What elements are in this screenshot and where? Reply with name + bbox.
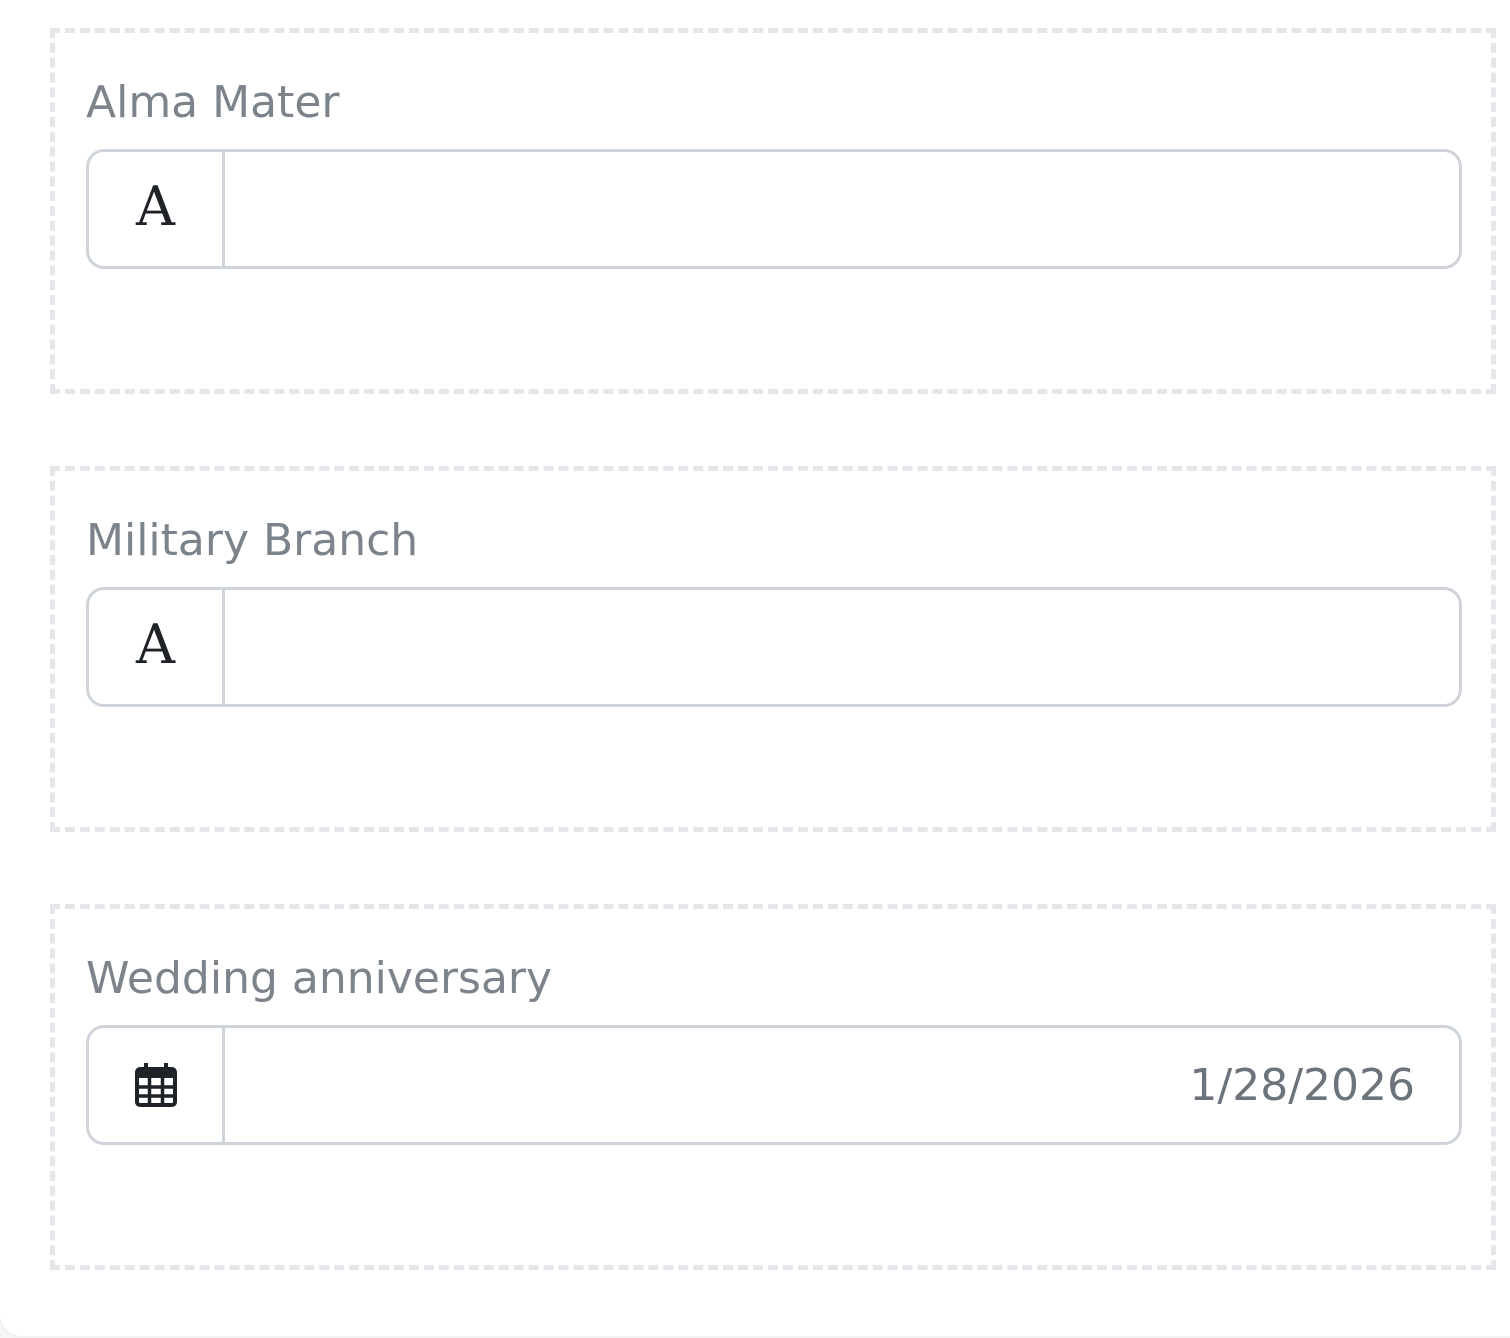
- field-group-military-branch: Military Branch A: [50, 466, 1496, 832]
- military-branch-label: Military Branch: [86, 515, 419, 566]
- military-branch-input[interactable]: [225, 590, 1459, 704]
- field-group-alma-mater: Alma Mater A: [50, 28, 1496, 394]
- field-group-wedding-anniversary: Wedding anniversary: [50, 904, 1496, 1270]
- alma-mater-input-group: A: [86, 149, 1462, 269]
- wedding-anniversary-label: Wedding anniversary: [86, 953, 553, 1004]
- military-branch-input-group: A: [86, 587, 1462, 707]
- wedding-anniversary-input-group: [86, 1025, 1462, 1145]
- wedding-anniversary-date-input[interactable]: [225, 1028, 1459, 1142]
- alma-mater-input[interactable]: [225, 152, 1459, 266]
- text-type-icon: A: [89, 590, 225, 704]
- alma-mater-label: Alma Mater: [86, 77, 340, 128]
- calendar-icon: [89, 1028, 225, 1142]
- text-type-icon: A: [89, 152, 225, 266]
